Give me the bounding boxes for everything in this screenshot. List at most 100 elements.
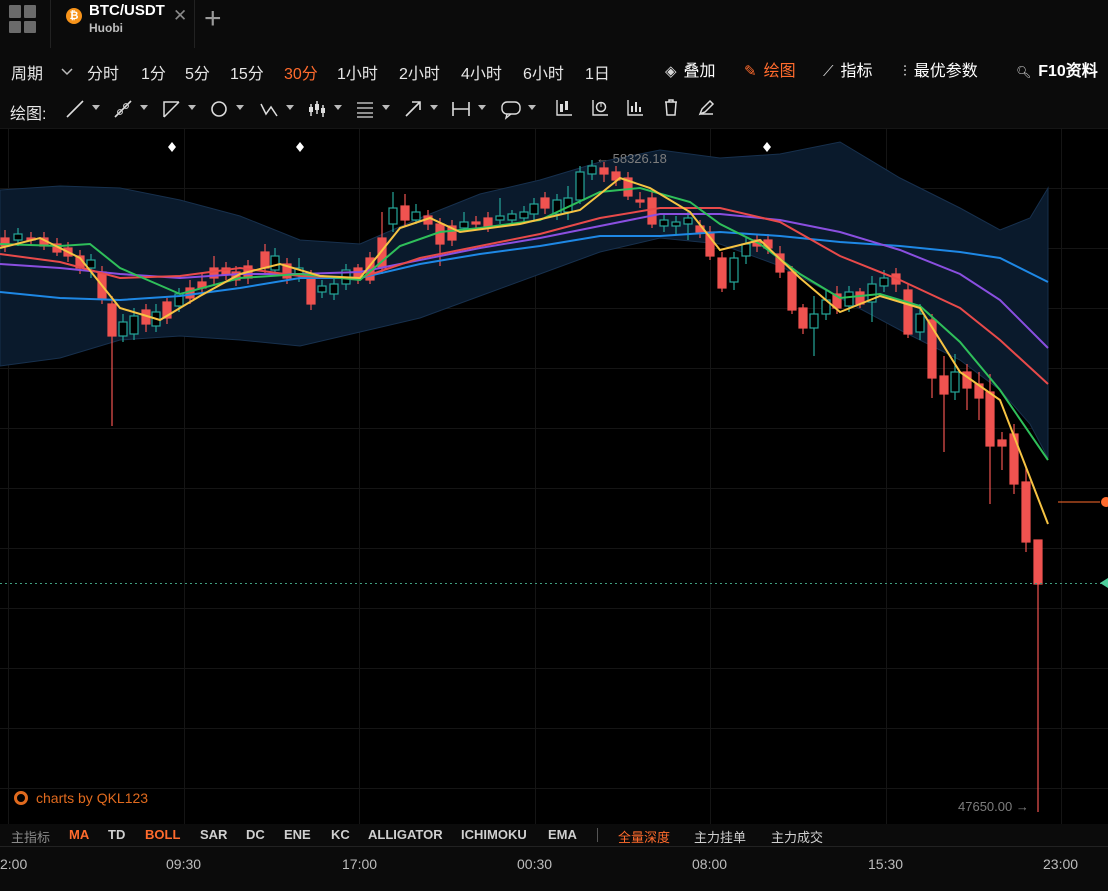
candle-body	[400, 205, 410, 221]
chart-canvas	[0, 128, 1108, 824]
period-item-1d[interactable]: 1日	[585, 60, 610, 84]
candle-body	[317, 285, 327, 293]
period-item-5m[interactable]: 5分	[185, 60, 210, 84]
line-icon	[66, 100, 84, 118]
candles-icon	[309, 101, 325, 117]
candle-body	[306, 275, 316, 305]
candle-body	[903, 289, 913, 335]
line-chart-icon: ⟋	[823, 63, 834, 80]
time-axis[interactable]: 2:00 09:30 17:00 00:30 08:00 15:30 23:00	[0, 846, 1108, 891]
candle-body	[329, 283, 339, 295]
draw-settings-button[interactable]	[695, 96, 721, 122]
period-item-fenshi[interactable]: 分时	[87, 60, 119, 84]
close-icon[interactable]: ✕	[173, 6, 187, 26]
period-item-6h[interactable]: 6小时	[523, 60, 564, 84]
indicator-alligator[interactable]: ALLIGATOR	[368, 827, 443, 842]
candle-body	[483, 217, 493, 227]
low-price-label: 47650.00 →	[958, 799, 1029, 814]
candle-body	[671, 221, 681, 227]
time-tick-label: 15:30	[868, 856, 904, 872]
candle-body	[540, 197, 550, 209]
candle-body	[635, 199, 645, 203]
candle-body	[495, 215, 505, 221]
channel-tool-button[interactable]	[160, 96, 202, 122]
pen-icon	[698, 99, 715, 116]
drawing-toolbar: 绘图:	[0, 90, 1108, 129]
indicator-ene[interactable]: ENE	[284, 827, 311, 842]
line-tool-button[interactable]	[64, 96, 106, 122]
indicator-boll[interactable]: BOLL	[145, 827, 180, 842]
shape-tool-button[interactable]	[208, 96, 250, 122]
candlestick-chart[interactable]: ← 58326.18 47650.00 → charts by QKL123	[0, 128, 1108, 824]
ray-icon	[114, 100, 132, 118]
top-bar: ₿ BTC/USDT Huobi ✕ +	[0, 0, 1108, 49]
indicator-ma[interactable]: MA	[69, 827, 89, 842]
measure-tool-button[interactable]	[450, 96, 492, 122]
delete-drawings-button[interactable]	[660, 96, 686, 122]
candle-body	[411, 211, 421, 221]
main-orders-button[interactable]: 主力挂单	[694, 827, 746, 846]
overlay-label: 叠加	[683, 63, 716, 80]
pattern-tool-button[interactable]	[258, 96, 300, 122]
main-trades-button[interactable]: 主力成交	[771, 827, 823, 846]
ray-tool-button[interactable]	[112, 96, 154, 122]
zigzag-icon	[260, 103, 278, 117]
bitcoin-icon: ₿	[66, 8, 82, 24]
candle-body	[519, 211, 529, 219]
candle-body	[705, 231, 715, 257]
pie-button[interactable]	[589, 96, 615, 122]
indicator-dc[interactable]: DC	[246, 827, 265, 842]
candle-body	[459, 221, 469, 229]
time-tick-label: 00:30	[517, 856, 553, 872]
price-marker	[1101, 497, 1108, 507]
chevron-down-icon[interactable]	[61, 68, 73, 76]
candle-body	[741, 243, 751, 257]
f10-button[interactable]: 🔍︎ F10资料	[1016, 57, 1098, 81]
period-item-2h[interactable]: 2小时	[399, 60, 440, 84]
arrow-tool-button[interactable]	[402, 96, 444, 122]
candle-body	[388, 207, 398, 225]
candle-body	[1033, 539, 1043, 585]
best-params-button[interactable]: ⫶ 最优参数	[903, 57, 978, 81]
brush-icon: ✎	[744, 63, 757, 80]
search-doc-icon: 🔍︎	[1016, 65, 1032, 79]
candle-body	[939, 375, 949, 395]
period-item-4h[interactable]: 4小时	[461, 60, 502, 84]
candle-body	[260, 251, 270, 269]
app-grid-icon[interactable]	[9, 5, 37, 33]
period-item-30m[interactable]: 30分	[284, 60, 318, 84]
note-tool-button[interactable]	[500, 96, 542, 122]
full-depth-button[interactable]: 全量深度	[618, 827, 670, 846]
pie-chart-icon	[592, 100, 608, 116]
candle-body	[997, 439, 1007, 447]
add-tab-icon[interactable]: +	[204, 2, 222, 36]
circle-icon	[211, 101, 227, 117]
time-tick-label: 08:00	[692, 856, 728, 872]
indicator-sar[interactable]: SAR	[200, 827, 227, 842]
gann-tool-button[interactable]	[354, 96, 396, 122]
period-item-1m[interactable]: 1分	[141, 60, 166, 84]
sliders-icon: ⫶	[903, 63, 907, 80]
indicator-td[interactable]: TD	[108, 827, 125, 842]
candle-body	[13, 233, 23, 241]
chart-watermark: charts by QKL123	[14, 790, 148, 806]
measure-icon	[452, 102, 470, 116]
indicator-label: 主指标	[11, 830, 51, 845]
candle-body	[879, 277, 889, 287]
draw-button[interactable]: ✎ 绘图	[744, 57, 796, 81]
fib-tool-button[interactable]	[306, 96, 348, 122]
layers-icon: ◈	[665, 63, 677, 80]
indicator-button[interactable]: ⟋ 指标	[823, 57, 873, 81]
candle-style-button[interactable]	[553, 96, 579, 122]
time-tick-label: 17:00	[342, 856, 378, 872]
candle-body	[683, 217, 693, 225]
tab-btc-usdt[interactable]: ₿ BTC/USDT Huobi ✕	[50, 0, 195, 48]
watermark-text: charts by QKL123	[36, 790, 149, 806]
period-item-1h[interactable]: 1小时	[337, 60, 378, 84]
indicator-ichimoku[interactable]: ICHIMOKU	[461, 827, 527, 842]
volume-button[interactable]	[624, 96, 650, 122]
indicator-ema[interactable]: EMA	[548, 827, 577, 842]
indicator-kc[interactable]: KC	[331, 827, 350, 842]
overlay-button[interactable]: ◈ 叠加	[665, 57, 716, 81]
period-item-15m[interactable]: 15分	[230, 60, 264, 84]
